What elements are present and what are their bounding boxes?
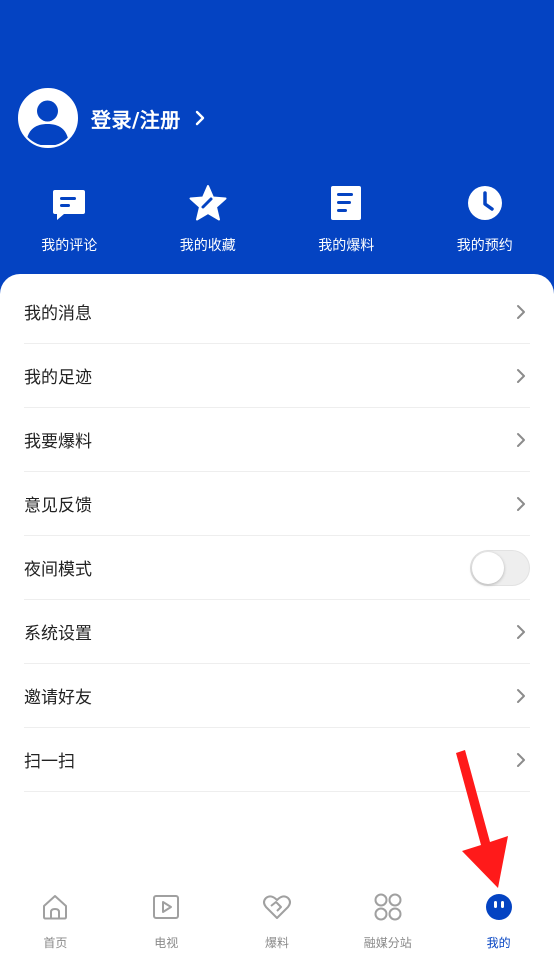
menu-item-label: 我的足迹 xyxy=(24,368,92,388)
tab-media-stations[interactable]: 融媒分站 xyxy=(332,876,443,956)
chevron-right-icon xyxy=(516,752,526,768)
avatar[interactable] xyxy=(18,88,78,148)
quick-action-reports[interactable]: 我的爆料 xyxy=(277,183,416,263)
quick-action-label: 我的爆料 xyxy=(318,238,375,254)
settings-menu: 我的消息 我的足迹 我要爆料 意见反馈 夜间模式 系统设置 邀请好友 扫一扫 xyxy=(24,280,530,792)
menu-item-footprints[interactable]: 我的足迹 xyxy=(24,344,530,408)
menu-item-night-mode: 夜间模式 xyxy=(24,536,530,600)
quick-actions: 我的评论 我的收藏 我的爆料 我的预约 xyxy=(0,183,554,263)
heart-icon xyxy=(262,892,292,922)
star-icon xyxy=(188,183,228,223)
login-register-label[interactable]: 登录/注册 xyxy=(91,104,181,133)
tab-label: 我的 xyxy=(486,936,511,950)
tab-mine[interactable]: 我的 xyxy=(443,876,554,956)
tab-tv[interactable]: 电视 xyxy=(111,876,222,956)
clock-icon xyxy=(465,183,505,223)
quick-action-label: 我的评论 xyxy=(41,238,98,254)
quick-action-comments[interactable]: 我的评论 xyxy=(0,183,139,263)
smiley-icon xyxy=(484,892,514,922)
menu-item-scan[interactable]: 扫一扫 xyxy=(24,728,530,792)
tab-home[interactable]: 首页 xyxy=(0,876,111,956)
chevron-right-icon xyxy=(516,432,526,448)
user-silhouette-icon xyxy=(26,100,69,145)
comment-icon xyxy=(49,183,89,223)
night-mode-toggle[interactable] xyxy=(470,549,530,586)
chevron-right-icon xyxy=(516,688,526,704)
chevron-right-icon xyxy=(516,304,526,320)
menu-item-label: 我要爆料 xyxy=(24,432,92,452)
chevron-right-icon xyxy=(516,496,526,512)
menu-item-label: 夜间模式 xyxy=(24,560,92,580)
tab-label: 电视 xyxy=(154,936,179,950)
menu-item-messages[interactable]: 我的消息 xyxy=(24,280,530,344)
menu-item-label: 系统设置 xyxy=(24,624,92,644)
menu-item-invite-friends[interactable]: 邀请好友 xyxy=(24,664,530,728)
grid-icon xyxy=(373,892,403,922)
menu-item-label: 邀请好友 xyxy=(24,688,92,708)
menu-item-submit-report[interactable]: 我要爆料 xyxy=(24,408,530,472)
tab-label: 融媒分站 xyxy=(363,936,412,950)
chevron-right-icon xyxy=(516,624,526,640)
tab-reports[interactable]: 爆料 xyxy=(222,876,333,956)
menu-item-label: 扫一扫 xyxy=(24,752,75,772)
menu-panel: 我的消息 我的足迹 我要爆料 意见反馈 夜间模式 系统设置 邀请好友 扫一扫 xyxy=(0,274,554,874)
profile-header: 登录/注册 我的评论 我的收藏 我的爆料 我的预约 xyxy=(0,0,554,300)
menu-item-system-settings[interactable]: 系统设置 xyxy=(24,600,530,664)
chevron-right-icon xyxy=(516,368,526,384)
document-icon xyxy=(326,183,366,223)
quick-action-favorites[interactable]: 我的收藏 xyxy=(139,183,278,263)
toggle-knob xyxy=(472,551,504,584)
quick-action-appointments[interactable]: 我的预约 xyxy=(416,183,554,263)
tab-label: 爆料 xyxy=(264,936,289,950)
tv-play-icon xyxy=(151,892,181,922)
menu-item-feedback[interactable]: 意见反馈 xyxy=(24,472,530,536)
tab-label: 首页 xyxy=(43,936,68,950)
menu-item-label: 我的消息 xyxy=(24,304,92,324)
home-icon xyxy=(40,892,70,922)
chevron-right-icon xyxy=(195,110,205,126)
menu-item-label: 意见反馈 xyxy=(24,496,92,516)
quick-action-label: 我的收藏 xyxy=(179,238,236,254)
bottom-tab-bar: 首页 电视 爆料 融媒分站 我的 xyxy=(0,876,554,956)
login-entry[interactable]: 登录/注册 xyxy=(18,88,205,148)
quick-action-label: 我的预约 xyxy=(456,238,513,254)
